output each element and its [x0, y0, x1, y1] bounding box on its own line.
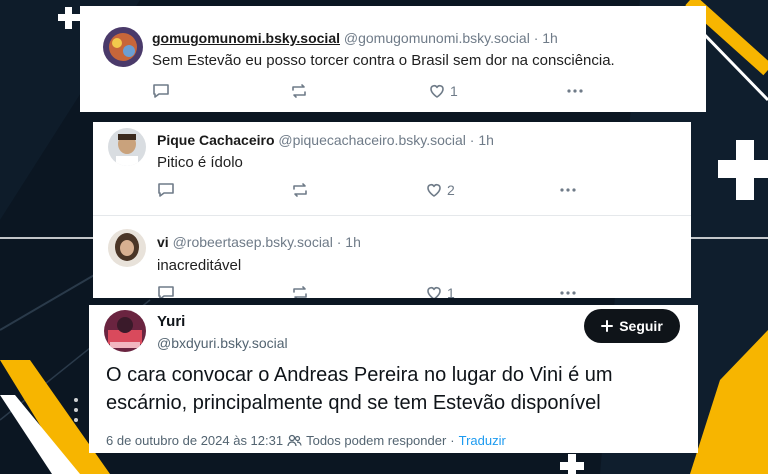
author-handle[interactable]: @bxdyuri.bsky.social: [157, 335, 288, 351]
repost-icon: [293, 183, 307, 197]
heart-icon: [430, 85, 444, 98]
separator-dot: ·: [533, 30, 539, 46]
repost-button[interactable]: [290, 82, 308, 100]
reply-button[interactable]: [157, 284, 175, 298]
tweet-meta: 6 de outubro de 2024 às 12:31 Todos pode…: [106, 433, 506, 448]
reply-icon: [158, 286, 174, 298]
author-name[interactable]: vi: [157, 234, 169, 250]
post-divider: [93, 215, 691, 216]
author-handle[interactable]: @gomugomunomi.bsky.social: [344, 30, 530, 46]
more-icon: [560, 188, 576, 192]
translate-link[interactable]: Traduzir: [459, 433, 506, 448]
avatar[interactable]: [108, 229, 146, 267]
tweet-text: O cara convocar o Andreas Pereira no lug…: [106, 364, 613, 414]
author-handle[interactable]: @robeertasep.bsky.social: [173, 234, 333, 250]
like-button[interactable]: 1: [428, 82, 458, 100]
post-card: Pique Cachaceiro @piquecachaceiro.bsky.s…: [93, 122, 691, 298]
post-time[interactable]: 1h: [542, 30, 558, 46]
post-text: Sem Estevão eu posso torcer contra o Bra…: [152, 52, 615, 69]
post-card: gomugomunomi.bsky.social @gomugomunomi.b…: [80, 6, 706, 112]
like-count: 1: [447, 285, 455, 298]
avatar[interactable]: [104, 310, 146, 352]
follow-label: Seguir: [619, 318, 663, 334]
reply-button[interactable]: [152, 82, 170, 100]
reply-icon: [153, 84, 169, 98]
author-name[interactable]: Pique Cachaceiro: [157, 132, 275, 148]
more-icon: [567, 89, 583, 93]
heart-icon: [427, 184, 441, 197]
tweet-date[interactable]: 6 de outubro de 2024 às 12:31: [106, 433, 283, 448]
repost-button[interactable]: [291, 284, 309, 298]
more-button[interactable]: [566, 82, 584, 100]
more-button[interactable]: [559, 284, 577, 298]
tweet-card: Yuri @bxdyuri.bsky.social Seguir O cara …: [89, 305, 698, 453]
plus-icon: [601, 320, 614, 332]
repost-icon: [293, 286, 307, 298]
reply-button[interactable]: [157, 181, 175, 199]
repost-icon: [292, 84, 306, 98]
post-text: Pitico é ídolo: [157, 154, 243, 171]
avatar[interactable]: [103, 27, 143, 67]
people-icon: [287, 434, 302, 447]
author-name[interactable]: Yuri: [157, 313, 185, 330]
separator-dot: ·: [336, 234, 342, 250]
separator-dot: ·: [450, 433, 455, 448]
post-time[interactable]: 1h: [478, 132, 494, 148]
post-time[interactable]: 1h: [345, 234, 361, 250]
author-handle[interactable]: @piquecachaceiro.bsky.social: [278, 132, 466, 148]
avatar[interactable]: [108, 128, 146, 166]
more-icon: [560, 291, 576, 295]
like-count: 2: [447, 182, 455, 198]
reply-setting: Todos podem responder: [306, 433, 447, 448]
reply-icon: [158, 183, 174, 197]
like-button[interactable]: 1: [425, 284, 455, 298]
like-button[interactable]: 2: [425, 181, 455, 199]
separator-dot: ·: [469, 132, 475, 148]
like-count: 1: [450, 83, 458, 99]
repost-button[interactable]: [291, 181, 309, 199]
more-button[interactable]: [559, 181, 577, 199]
author-name[interactable]: gomugomunomi.bsky.social: [152, 30, 340, 46]
post-text: inacreditável: [157, 257, 242, 274]
heart-icon: [427, 287, 441, 298]
follow-button[interactable]: Seguir: [584, 309, 680, 343]
